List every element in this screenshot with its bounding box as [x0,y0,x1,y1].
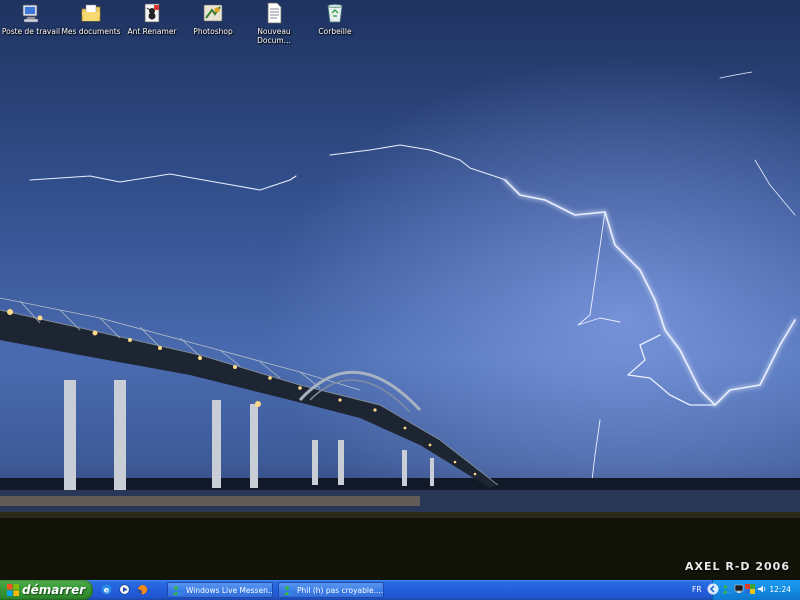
messenger-chat-icon [284,586,294,595]
messenger-tray-icon[interactable] [722,584,732,594]
desktop-icon-label: Nouveau Docum... [257,27,291,45]
taskbar: démarrer e » Windows Live Messen... Phil… [0,580,800,600]
ant-renamer-icon [144,3,160,23]
taskbar-button-chat[interactable]: Phil (h) pas croyable.... [278,582,384,598]
back-arrow-icon[interactable] [707,583,719,595]
text-document-icon [267,2,282,24]
network-icon[interactable] [734,584,744,594]
ie-icon[interactable]: e [100,583,113,596]
desktop-icon-my-computer[interactable]: Poste de travail [0,2,62,36]
desktop-icon-label: Corbeille [318,27,352,36]
taskbar-button-messenger[interactable]: Windows Live Messen... [167,582,273,598]
photoshop-icon [203,4,223,22]
windows-logo-icon [7,584,19,596]
start-button-label: démarrer [22,583,86,597]
color-tray-icon[interactable] [745,584,755,594]
wallpaper-credit: AXEL R-D 2006 [685,560,790,573]
desktop-icon-recycle-bin[interactable]: Corbeille [304,2,366,36]
system-tray: 12:24 [707,580,800,600]
desktop-icon-photoshop[interactable]: Photoshop [182,2,244,36]
svg-text:e: e [104,586,110,595]
messenger-icon [173,586,183,595]
desktop-wallpaper [0,0,800,580]
media-player-icon[interactable] [118,583,131,596]
desktop-icon-new-document[interactable]: Nouveau Docum... [243,2,305,45]
taskbar-button-label: Windows Live Messen... [186,586,273,595]
start-button[interactable]: démarrer [0,580,93,600]
desktop-icon-ant-renamer[interactable]: Ant Renamer [121,2,183,36]
desktop-icon-label: Mes documents [61,27,121,36]
desktop-icon-label: Poste de travail [1,27,61,36]
my-documents-icon [81,4,101,22]
firefox-icon[interactable] [136,583,149,596]
desktop-icon-label: Ant Renamer [127,27,177,36]
desktop-icon-label: Photoshop [193,27,233,36]
desktop-icon-my-documents[interactable]: Mes documents [60,2,122,36]
volume-icon[interactable] [757,584,767,594]
my-computer-icon [22,4,39,23]
language-indicator[interactable]: FR [692,580,702,600]
taskbar-button-label: Phil (h) pas croyable.... [297,586,384,595]
recycle-bin-icon [327,4,343,23]
clock[interactable]: 12:24 [769,580,791,600]
